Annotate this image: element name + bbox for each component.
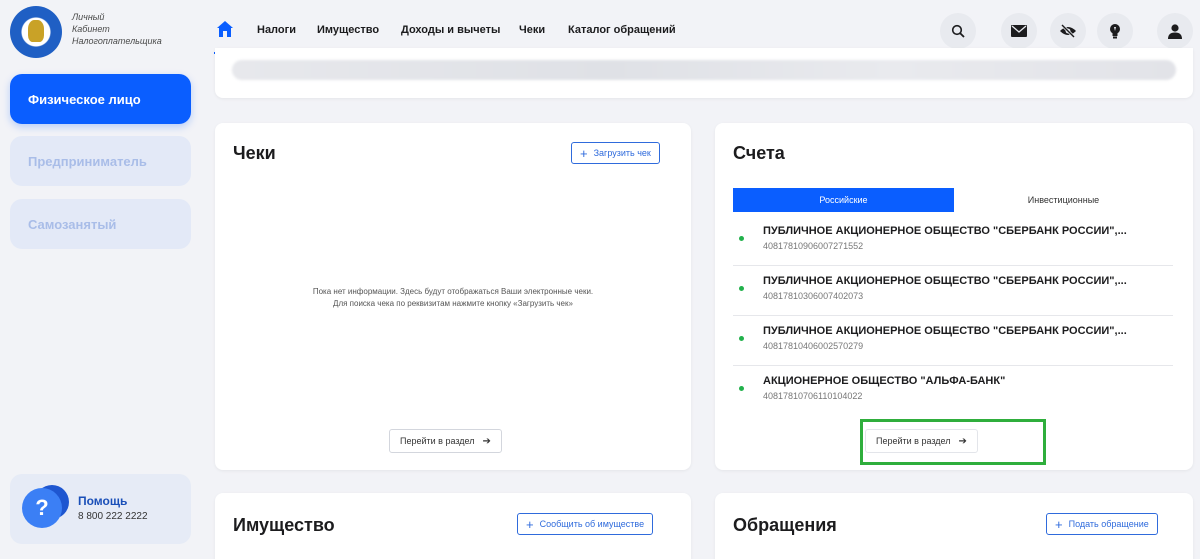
upload-check-label: Загрузить чек xyxy=(593,148,651,158)
plus-icon: + xyxy=(580,145,588,161)
plus-icon: + xyxy=(1055,516,1063,532)
nav-appeals-catalog[interactable]: Каталог обращений xyxy=(568,24,676,36)
logo-line-2: Кабинет xyxy=(72,24,110,34)
sidebar-item-entrepreneur[interactable]: Предприниматель xyxy=(10,136,191,186)
highlight-frame xyxy=(860,419,1046,465)
account-number: 40817810406002570279 xyxy=(763,341,864,351)
logo-line-3: Налогоплательщика xyxy=(72,36,162,46)
nav-property[interactable]: Имущество xyxy=(317,24,379,36)
messages-button[interactable] xyxy=(1001,13,1037,49)
search-icon xyxy=(951,24,965,38)
account-number: 40817810706110104022 xyxy=(763,391,863,401)
help-phone: 8 800 222 2222 xyxy=(78,511,148,522)
report-property-button[interactable]: + Сообщить об имуществе xyxy=(517,513,654,535)
account-bank-name: АКЦИОНЕРНОЕ ОБЩЕСТВО "АЛЬФА-БАНК" xyxy=(763,375,1006,387)
help-question-icon: ? xyxy=(22,488,62,528)
sidebar: Личный Кабинет Налогоплательщика Физичес… xyxy=(0,0,200,559)
property-card: Имущество + Сообщить об имуществе xyxy=(215,493,691,559)
report-property-label: Сообщить об имуществе xyxy=(539,519,645,529)
logo-caption: Личный Кабинет Налогоплательщика xyxy=(72,11,162,47)
search-button[interactable] xyxy=(940,13,976,49)
checks-empty-line-1: Пока нет информации. Здесь будут отображ… xyxy=(312,287,594,296)
checks-card-title: Чеки xyxy=(233,143,276,163)
logo-line-1: Личный xyxy=(72,12,105,22)
submit-appeal-label: Подать обращение xyxy=(1068,519,1149,529)
status-dot-icon xyxy=(739,386,744,391)
eye-off-icon xyxy=(1060,24,1076,38)
account-row[interactable]: ПУБЛИЧНОЕ АКЦИОНЕРНОЕ ОБЩЕСТВО "СБЕРБАНК… xyxy=(733,316,1173,366)
account-row[interactable]: ПУБЛИЧНОЕ АКЦИОНЕРНОЕ ОБЩЕСТВО "СБЕРБАНК… xyxy=(733,266,1173,316)
sidebar-item-individual[interactable]: Физическое лицо xyxy=(10,74,191,124)
accounts-card-title: Счета xyxy=(733,143,785,163)
account-bank-name: ПУБЛИЧНОЕ АКЦИОНЕРНОЕ ОБЩЕСТВО "СБЕРБАНК… xyxy=(763,275,1127,287)
property-card-title: Имущество xyxy=(233,515,335,535)
checks-go-to-section-button[interactable]: Перейти в раздел ➔ xyxy=(389,429,502,453)
tips-button[interactable] xyxy=(1097,13,1133,49)
help-title: Помощь xyxy=(78,494,128,508)
mail-icon xyxy=(1011,25,1027,37)
sidebar-item-self-employed[interactable]: Самозанятый xyxy=(10,199,191,249)
account-number: 40817810306007402073 xyxy=(763,291,864,301)
arrow-right-icon: ➔ xyxy=(482,435,491,447)
plus-icon: + xyxy=(526,516,534,532)
account-number: 40817810906007271552 xyxy=(763,241,864,251)
checks-empty-message: Пока нет информации. Здесь будут отображ… xyxy=(215,286,691,310)
user-icon xyxy=(1168,23,1182,39)
status-dot-icon xyxy=(739,236,744,241)
status-dot-icon xyxy=(739,286,744,291)
account-row[interactable]: АКЦИОНЕРНОЕ ОБЩЕСТВО "АЛЬФА-БАНК" 408178… xyxy=(733,366,1173,416)
account-bank-name: ПУБЛИЧНОЕ АКЦИОНЕРНОЕ ОБЩЕСТВО "СБЕРБАНК… xyxy=(763,325,1127,337)
nav-taxes[interactable]: Налоги xyxy=(257,24,296,36)
appeals-card: Обращения + Подать обращение xyxy=(715,493,1193,559)
help-widget[interactable]: ? Помощь 8 800 222 2222 xyxy=(10,474,191,544)
visibility-toggle-button[interactable] xyxy=(1050,13,1086,49)
submit-appeal-button[interactable]: + Подать обращение xyxy=(1046,513,1158,535)
checks-go-label: Перейти в раздел xyxy=(400,436,475,446)
blurred-summary-content xyxy=(232,60,1176,80)
tab-investment[interactable]: Инвестиционные xyxy=(954,188,1173,212)
upload-check-button[interactable]: + Загрузить чек xyxy=(571,142,660,164)
nav-checks[interactable]: Чеки xyxy=(519,24,545,36)
appeals-card-title: Обращения xyxy=(733,515,837,535)
accounts-tabs: Российские Инвестиционные xyxy=(733,188,1173,212)
account-row[interactable]: ПУБЛИЧНОЕ АКЦИОНЕРНОЕ ОБЩЕСТВО "СБЕРБАНК… xyxy=(733,216,1173,266)
checks-empty-line-2: Для поиска чека по реквизитам нажмите кн… xyxy=(333,299,573,308)
tab-russian[interactable]: Российские xyxy=(733,188,954,212)
nav-income-deductions[interactable]: Доходы и вычеты xyxy=(401,24,500,36)
home-icon[interactable] xyxy=(216,20,234,38)
status-dot-icon xyxy=(739,336,744,341)
fns-emblem-logo[interactable] xyxy=(10,6,62,58)
profile-button[interactable] xyxy=(1157,13,1193,49)
account-bank-name: ПУБЛИЧНОЕ АКЦИОНЕРНОЕ ОБЩЕСТВО "СБЕРБАНК… xyxy=(763,225,1127,237)
lightbulb-icon xyxy=(1110,24,1120,39)
